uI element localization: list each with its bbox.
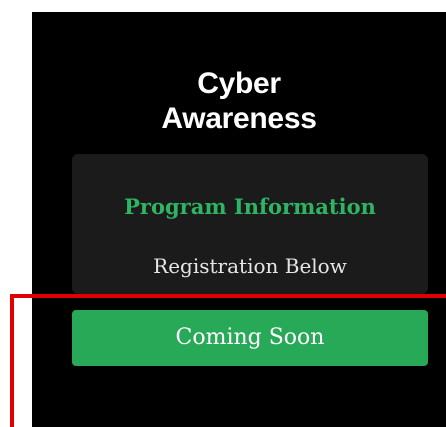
title-line-1: Cyber [197, 67, 281, 100]
program-info-heading: Program Information [124, 194, 376, 219]
program-info-card: Program Information Registration Below [72, 154, 428, 294]
registration-text: Registration Below [153, 254, 347, 278]
page-title: Cyber Awareness [32, 66, 446, 136]
coming-soon-button[interactable]: Coming Soon [72, 310, 428, 366]
title-line-2: Awareness [161, 102, 317, 135]
